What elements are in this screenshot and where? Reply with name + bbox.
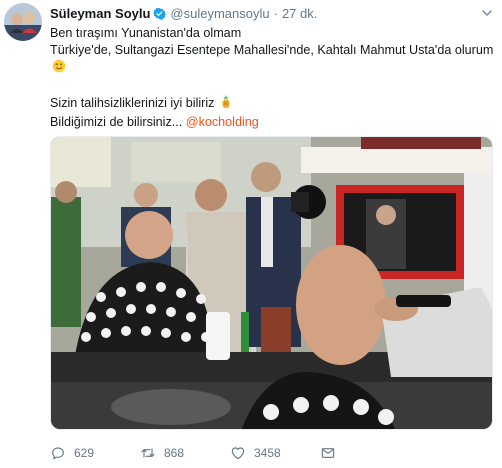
tweet: Süleyman Soylu @suleymansoylu · 27 dk. B… — [0, 0, 502, 468]
message-button[interactable] — [320, 445, 410, 461]
tweet-line-4-text: Bildiğimizi de bilirsiniz... — [50, 115, 186, 129]
reply-button[interactable]: 629 — [50, 445, 140, 461]
tweet-line-3-text: Sizin talihsizliklerinizi iyi biliriz — [50, 96, 215, 110]
avatar[interactable] — [4, 3, 42, 41]
separator-dot: · — [273, 5, 278, 21]
tweet-timestamp[interactable]: 27 dk. — [282, 6, 317, 21]
tweet-line-4: Bildiğimizi de bilirsiniz... @kocholding — [50, 114, 498, 131]
author-handle[interactable]: @suleymansoylu — [170, 6, 269, 21]
tweet-header: Süleyman Soylu @suleymansoylu · 27 dk. — [50, 4, 317, 22]
like-count: 3458 — [254, 446, 281, 460]
text-spacer — [50, 78, 498, 95]
tweet-actions: 629 868 3458 — [50, 442, 490, 464]
tweet-line-3: Sizin talihsizliklerinizi iyi biliriz — [50, 95, 498, 114]
verified-badge-icon — [153, 7, 167, 20]
pineapple-emoji-icon — [220, 95, 232, 114]
reply-count: 629 — [74, 446, 95, 460]
author-name[interactable]: Süleyman Soylu — [50, 6, 150, 21]
tweet-line-2: Türkiye'de, Sultangazi Esentepe Mahalles… — [50, 43, 494, 57]
caret-down-icon[interactable] — [480, 6, 494, 20]
wink-emoji-icon — [52, 59, 66, 78]
tweet-text: Ben tıraşımı Yunanistan'da olmam Türkiye… — [50, 25, 498, 131]
reply-icon — [52, 447, 64, 460]
like-button[interactable]: 3458 — [230, 445, 320, 461]
tweet-photo[interactable] — [50, 136, 493, 430]
retweet-icon — [141, 448, 155, 458]
tweet-line-emoji — [50, 59, 498, 78]
like-icon — [231, 447, 245, 460]
mention-link[interactable]: @kocholding — [186, 115, 259, 129]
retweet-button[interactable]: 868 — [140, 445, 230, 461]
tweet-line-1: Ben tıraşımı Yunanistan'da olmam — [50, 26, 242, 40]
message-icon — [321, 448, 335, 458]
retweet-count: 868 — [164, 446, 185, 460]
